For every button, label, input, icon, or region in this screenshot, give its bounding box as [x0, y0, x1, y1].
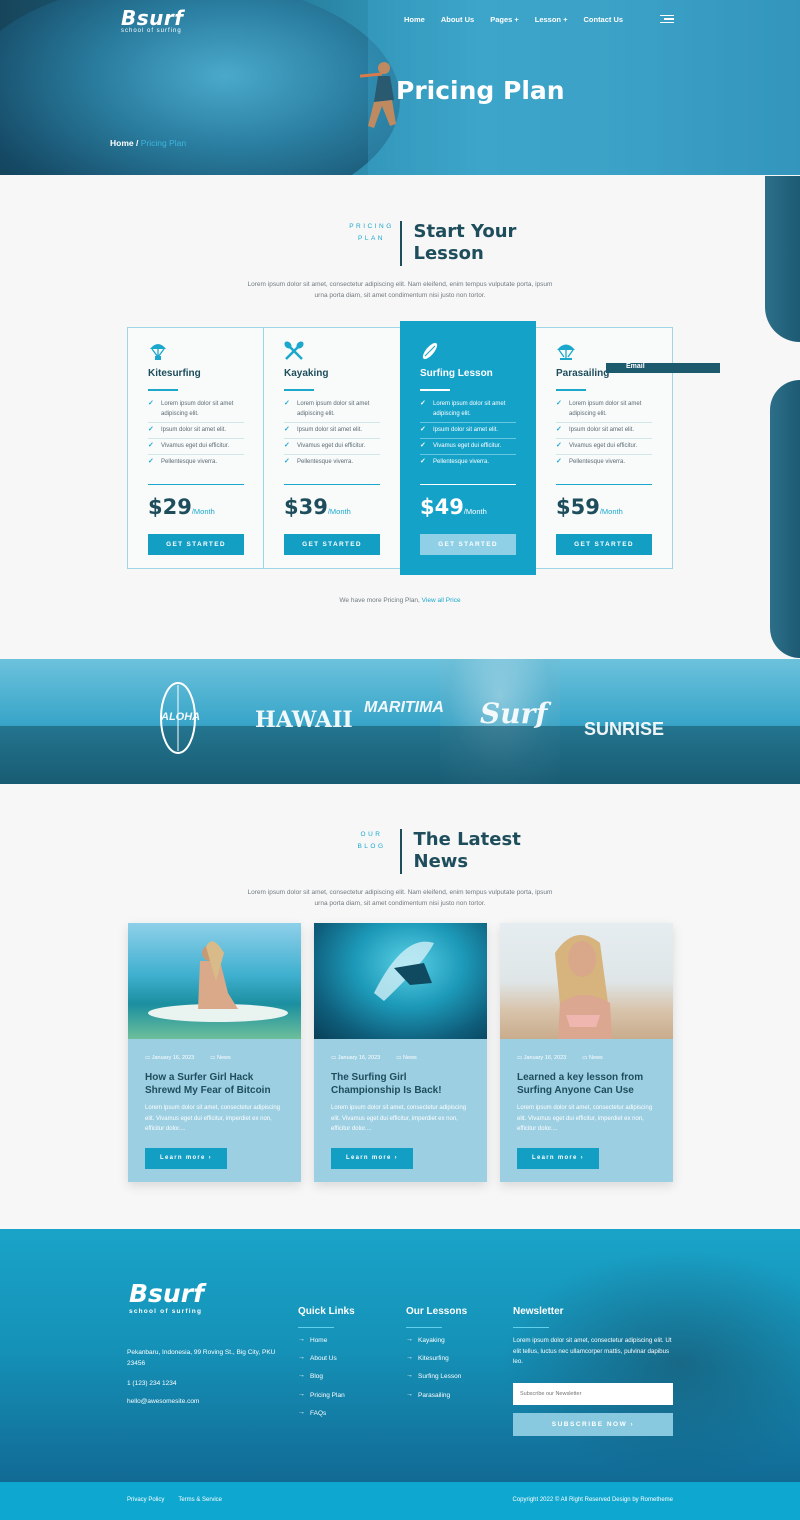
breadcrumb: Home / Pricing Plan — [110, 138, 186, 148]
kite-icon — [150, 344, 166, 360]
post-title[interactable]: How a Surfer Girl Hack Shrewd My Fear of… — [145, 1071, 290, 1097]
surfboard-icon — [422, 342, 438, 360]
brand-maritima: MARITIMA — [364, 699, 444, 716]
nav-pages[interactable]: Pages + — [490, 15, 519, 24]
footer-logo[interactable]: Bsurf school of surfing — [129, 1279, 204, 1315]
learn-more-button[interactable]: Learn more › — [145, 1148, 227, 1169]
nav-home[interactable]: Home — [404, 15, 425, 24]
brand-hawaii: HAWAII — [255, 707, 353, 733]
brand-surf: Surf — [480, 697, 548, 730]
get-started-button[interactable]: GET STARTED — [420, 534, 516, 555]
blog-image — [128, 923, 301, 1039]
footer-lesson-kayaking[interactable]: Kayaking — [406, 1336, 461, 1355]
breadcrumb-current: Pricing Plan — [140, 138, 187, 148]
get-started-button[interactable]: GET STARTED — [148, 534, 244, 555]
email-tab[interactable]: Email — [606, 363, 720, 373]
newsletter-email-input[interactable] — [513, 1383, 673, 1405]
blog-heading: OUR BLOG The Latest News — [357, 829, 521, 874]
footer-lesson-kitesurfing[interactable]: Kitesurfing — [406, 1354, 461, 1373]
post-title[interactable]: Learned a key lesson from Surfing Anyone… — [517, 1071, 662, 1097]
feature-list: Lorem ipsum dolor sit amet adipiscing el… — [420, 397, 516, 470]
parasail-icon — [557, 344, 575, 360]
post-excerpt: Lorem ipsum dolor sit amet, consectetur … — [517, 1105, 653, 1132]
more-pricing: We have more Pricing Plan, View all Pric… — [339, 597, 461, 604]
plan-kayaking: Kayaking Lorem ipsum dolor sit amet adip… — [264, 327, 400, 569]
footer-contact: Pekanbaru, Indonesia, 99 Roving St., Big… — [127, 1347, 277, 1407]
plan-price: $39/Month — [284, 495, 351, 519]
plan-price: $49/Month — [420, 495, 487, 519]
blog-card[interactable]: January 16, 2023News Learned a key lesso… — [500, 923, 673, 1182]
menu-icon[interactable] — [660, 15, 674, 24]
logo[interactable]: Bsurf school of surfing — [121, 6, 183, 34]
learn-more-button[interactable]: Learn more › — [331, 1148, 413, 1169]
address: Pekanbaru, Indonesia, 99 Roving St., Big… — [127, 1349, 276, 1367]
footer-link-home[interactable]: Home — [298, 1336, 345, 1355]
brand-logos-band: ALOHA HAWAII MARITIMA Surf SUNRISE — [0, 659, 800, 784]
plan-price: $59/Month — [556, 495, 623, 519]
plan-surfing-lesson: Surfing Lesson Lorem ipsum dolor sit ame… — [400, 321, 536, 575]
plan-price: $29/Month — [148, 495, 215, 519]
surfboard-decoration — [770, 380, 800, 658]
phone: 1 (123) 234 1234 — [127, 1380, 177, 1387]
nav-about[interactable]: About Us — [441, 15, 474, 24]
brand-sunrise: SUNRISE — [584, 719, 665, 739]
wave-image — [0, 0, 400, 175]
blog-lead: Lorem ipsum dolor sit amet, consectetur … — [247, 889, 553, 907]
blog-image — [500, 923, 673, 1039]
post-title[interactable]: The Surfing Girl Championship Is Back! — [331, 1071, 476, 1097]
breadcrumb-home[interactable]: Home / — [110, 138, 138, 148]
main-nav: Home About Us Pages + Lesson + Contact U… — [404, 15, 623, 24]
pricing-heading: PRICING PLAN Start Your Lesson — [349, 221, 517, 266]
post-excerpt: Lorem ipsum dolor sit amet, consectetur … — [145, 1105, 281, 1132]
subscribe-button[interactable]: SUBSCRIBE NOW › — [513, 1413, 673, 1436]
copyright: Copyright 2022 © All Right Reserved Desi… — [512, 1497, 674, 1503]
privacy-policy-link[interactable]: Privacy Policy — [127, 1497, 164, 1503]
view-all-price-link[interactable]: View all Price — [422, 597, 461, 604]
feature-list: Lorem ipsum dolor sit amet adipiscing el… — [284, 397, 380, 470]
footer-link-blog[interactable]: Blog — [298, 1372, 345, 1391]
blog-image — [314, 923, 487, 1039]
footer-link-faqs[interactable]: FAQs — [298, 1409, 345, 1428]
get-started-button[interactable]: GET STARTED — [556, 534, 652, 555]
post-excerpt: Lorem ipsum dolor sit amet, consectetur … — [331, 1105, 467, 1132]
newsletter-text: Lorem ipsum dolor sit amet, consectetur … — [513, 1337, 672, 1365]
footer-link-about[interactable]: About Us — [298, 1354, 345, 1373]
brand-aloha: ALOHA — [161, 711, 201, 723]
nav-lesson[interactable]: Lesson + — [535, 15, 568, 24]
paddle-icon — [284, 341, 304, 360]
footer-lesson-parasailing[interactable]: Parasailing — [406, 1391, 461, 1410]
footer-bottom-bar: Privacy Policy Terms & Service Copyright… — [0, 1482, 800, 1520]
footer-lesson-surfing[interactable]: Surfing Lesson — [406, 1372, 461, 1391]
blog-card[interactable]: January 16, 2023News The Surfing Girl Ch… — [314, 923, 487, 1182]
plan-kitesurfing: Kitesurfing Lorem ipsum dolor sit amet a… — [128, 327, 264, 569]
learn-more-button[interactable]: Learn more › — [517, 1148, 599, 1169]
footer — [0, 1229, 800, 1520]
feature-list: Lorem ipsum dolor sit amet adipiscing el… — [556, 397, 652, 470]
surfboard-decoration — [765, 176, 800, 342]
feature-list: Lorem ipsum dolor sit amet adipiscing el… — [148, 397, 244, 470]
footer-link-pricing[interactable]: Pricing Plan — [298, 1391, 345, 1410]
terms-link[interactable]: Terms & Service — [178, 1497, 222, 1503]
nav-contact[interactable]: Contact Us — [583, 15, 623, 24]
blog-card[interactable]: January 16, 2023News How a Surfer Girl H… — [128, 923, 301, 1182]
email: hello@awesomesite.com — [127, 1398, 200, 1405]
pricing-lead: Lorem ipsum dolor sit amet, consectetur … — [247, 281, 553, 299]
get-started-button[interactable]: GET STARTED — [284, 534, 380, 555]
page-title: Pricing Plan — [396, 76, 565, 105]
